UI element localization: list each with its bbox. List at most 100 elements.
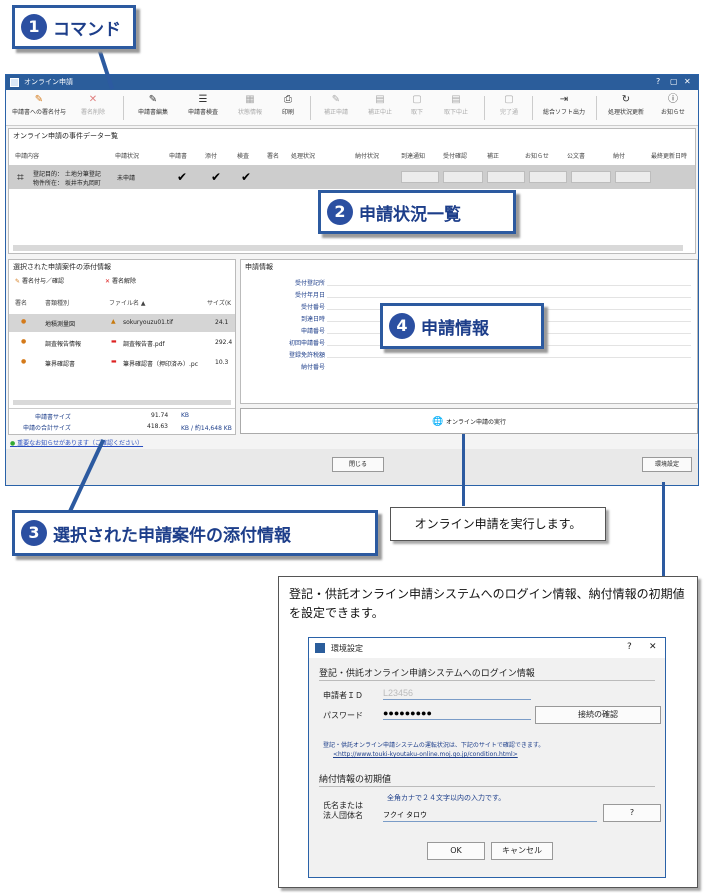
status-note: 登記・供託オンライン申請システムの運転状況は、下記のサイトで確認できます。 [323, 742, 545, 749]
document-icon: ☰ [198, 94, 208, 105]
note-connector [662, 482, 665, 576]
notice-cell [529, 171, 567, 183]
inspection-check: ✔ [241, 170, 252, 184]
horizontal-scrollbar[interactable] [13, 400, 231, 405]
export-general-software-button[interactable]: ⇥ 総合ソフト出力 [538, 93, 590, 123]
remove-signature-button[interactable]: ✕ 署名削除 [72, 93, 114, 123]
edit-application-button[interactable]: ✎ 申請書編集 [130, 93, 176, 123]
signature-icon: ● [21, 338, 27, 345]
sign-confirm-button[interactable]: ✎ 署名付与／確認 [15, 276, 64, 285]
table-row[interactable]: ● 筆界確認書 ▬ 筆界確認書（押印済み）.pc 10.3 [9, 354, 235, 372]
info-icon: ⓘ [668, 94, 678, 105]
refresh-status-button[interactable]: ↻ 処理状況更新 [602, 93, 650, 123]
table-row[interactable]: ● 地積測量図 ▲ sokuryouzu01.tif 24.1 [9, 314, 235, 332]
column-header[interactable]: 受付確認 [443, 151, 467, 160]
correction-apply-button[interactable]: ✎ 補正申請 [316, 93, 356, 123]
user-id-input[interactable] [383, 686, 531, 700]
cancel-button[interactable]: キャンセル [491, 842, 553, 860]
inspect-application-button[interactable]: ☰ 申請書検査 [180, 93, 226, 123]
refresh-icon: ↻ [621, 94, 631, 105]
unsign-button[interactable]: ✕ 署名解除 [105, 276, 136, 285]
column-header[interactable]: ファイル名 ▲ [109, 298, 146, 307]
window-title: オンライン申請 [24, 78, 73, 86]
print-button[interactable]: ⎙ 印刷 [272, 93, 304, 123]
password-input[interactable] [383, 706, 531, 720]
delete-icon: ✕ [105, 278, 112, 285]
execute-online-application-button[interactable]: 🌐 オンライン申請の実行 [240, 408, 698, 434]
dialog-title: 環境設定 [331, 644, 363, 653]
document-icon: ▤ [375, 94, 385, 105]
case-location: 物件所在： 坂井市丸岡町 [33, 180, 101, 187]
payment-section-title: 納付情報の初期値 [319, 775, 392, 785]
column-header[interactable]: お知らせ [525, 151, 549, 160]
horizontal-scrollbar[interactable] [13, 245, 683, 251]
close-button[interactable]: 閉じる [332, 457, 384, 472]
column-header[interactable]: 署名 [15, 298, 27, 307]
attachment-panel-title: 選択された申請案件の添付情報 [13, 263, 111, 271]
application-check: ✔ [177, 170, 188, 184]
callout-commands: 1 コマンド [12, 5, 136, 49]
note-connector [462, 434, 465, 506]
column-header[interactable]: 納付 [613, 151, 625, 160]
column-header[interactable]: 申請内容 [15, 151, 39, 160]
status-info-button[interactable]: ▦ 状態情報 [230, 93, 270, 123]
callout-status-list: 2 申請状況一覧 [318, 190, 516, 234]
image-file-icon: ▲ [111, 318, 116, 325]
column-header[interactable]: 申請状況 [115, 151, 139, 160]
column-header[interactable]: 申請書 [169, 151, 187, 160]
divider [327, 285, 691, 286]
document-icon: ▢ [412, 94, 422, 105]
document-icon: ▤ [451, 94, 461, 105]
name-hint: 全角カナで２４文字以内の入力です。 [387, 794, 506, 802]
column-header[interactable]: 到達通知 [401, 151, 425, 160]
execute-note: オンライン申請を実行します。 [390, 507, 606, 541]
column-header[interactable]: 添付 [205, 151, 217, 160]
sign-application-button[interactable]: ✎ 申請書への署名付与 [10, 93, 68, 123]
column-header[interactable]: サイズ(K [207, 298, 231, 307]
important-notice-link[interactable]: ● 重要なお知らせがあります（ご確認ください） [10, 438, 143, 447]
help-icon[interactable]: ? [627, 642, 632, 652]
payment-cell [615, 171, 651, 183]
column-header[interactable]: 処理状況 [291, 151, 315, 160]
password-label: パスワード [323, 711, 363, 720]
column-header[interactable]: 署名 [267, 151, 279, 160]
parcel-icon: ⌗ [17, 170, 24, 184]
table-row[interactable]: ⌗ 登記目的： 土地分筆登記 物件所在： 坂井市丸岡町 未申請 ✔ ✔ ✔ [9, 165, 695, 189]
callout-attachments: 3 選択された申請案件の添付情報 [12, 510, 378, 556]
pdf-file-icon: ▬ [111, 358, 117, 365]
status-icon: ▦ [245, 94, 255, 105]
signature-icon: ● [21, 358, 27, 365]
user-id-label: 申請者ＩＤ [323, 691, 363, 700]
withdraw-cancel-button[interactable]: ▤ 取下中止 [436, 93, 476, 123]
settings-button[interactable]: 環境設定 [642, 457, 692, 472]
maximize-icon[interactable]: ▢ [670, 77, 678, 86]
withdraw-button[interactable]: ▢ 取下 [402, 93, 432, 123]
login-section-title: 登記・供託オンライン申請システムへのログイン情報 [319, 669, 535, 679]
condition-url-link[interactable]: <http://www.touki-kyoutaku-online.moj.go… [333, 751, 518, 758]
sign-icon: ✎ [15, 278, 22, 285]
column-header[interactable]: 補正 [487, 151, 499, 160]
command-toolbar: ✎ 申請書への署名付与 ✕ 署名削除 ✎ 申請書編集 ☰ 申請書検査 ▦ 状態情報 ⎙ 印刷… [6, 90, 698, 126]
attachment-info-panel: 選択された申請案件の添付情報 ✎ 署名付与／確認 ✕ 署名解除 署名 書類種別 … [8, 259, 236, 435]
ok-button[interactable]: OK [427, 842, 485, 860]
help-icon[interactable]: ? [656, 77, 660, 86]
column-header[interactable]: 書類種別 [45, 298, 69, 307]
close-icon[interactable]: ✕ [649, 642, 657, 652]
column-header[interactable]: 納付状況 [355, 151, 379, 160]
notices-button[interactable]: ⓘ お知らせ [654, 93, 692, 123]
correction-cancel-button[interactable]: ▤ 補正中止 [360, 93, 400, 123]
divider [327, 357, 691, 358]
arrival-notice-cell [401, 171, 439, 183]
delete-icon: ✕ [88, 94, 98, 105]
column-header[interactable]: 検査 [237, 151, 249, 160]
toolbar-divider [310, 96, 311, 120]
column-header[interactable]: 公文書 [567, 151, 585, 160]
column-header[interactable]: 最終更新日時 [651, 151, 687, 160]
close-icon[interactable]: ✕ [684, 77, 691, 86]
help-button[interactable]: ? [603, 804, 661, 822]
divider [9, 408, 235, 409]
connection-check-button[interactable]: 接続の確認 [535, 706, 661, 724]
payer-name-input[interactable] [383, 808, 597, 822]
table-row[interactable]: ● 調査報告情報 ▬ 調査報告書.pdf 292.4 [9, 334, 235, 352]
completion-notice-button[interactable]: ▢ 完了通 [492, 93, 526, 123]
